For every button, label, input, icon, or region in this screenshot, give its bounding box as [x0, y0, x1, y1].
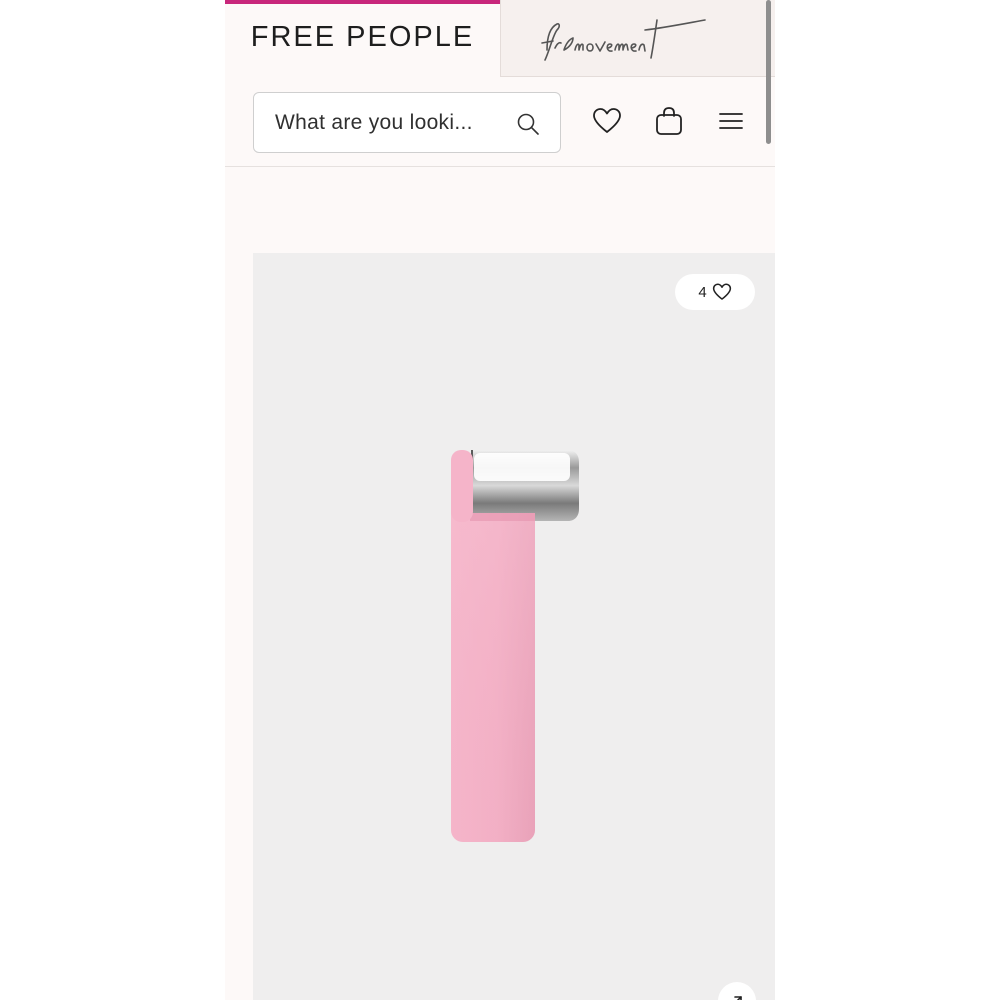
product-card[interactable]: 4: [253, 253, 775, 1000]
brand-tabs: FREE PEOPLE: [225, 0, 775, 77]
search-input[interactable]: What are you looki...: [253, 92, 561, 153]
tab-free-people[interactable]: FREE PEOPLE: [225, 0, 500, 77]
heart-icon: [593, 108, 621, 133]
mobile-viewport: FREE PEOPLE What are you looki... 4: [225, 0, 775, 1000]
menu-button[interactable]: [713, 103, 749, 139]
fp-movement-logo: [541, 19, 706, 61]
like-badge[interactable]: 4: [675, 274, 755, 310]
bag-icon: [656, 107, 682, 135]
tab-fp-movement[interactable]: [500, 0, 775, 77]
shopping-bag-button[interactable]: [651, 103, 687, 139]
product-image-facial-roller: [451, 450, 579, 842]
expand-image-button[interactable]: [718, 982, 756, 1000]
free-people-logo-text: FREE PEOPLE: [250, 21, 475, 53]
heart-icon: [712, 283, 731, 300]
page-scrollbar[interactable]: [766, 0, 771, 144]
search-placeholder: What are you looki...: [275, 110, 473, 134]
expand-arrow-icon: [734, 996, 742, 1000]
wishlist-button[interactable]: [589, 103, 625, 139]
search-icon[interactable]: [516, 112, 540, 136]
header-divider: [225, 166, 775, 167]
menu-icon: [719, 113, 743, 129]
like-count: 4: [698, 283, 707, 301]
